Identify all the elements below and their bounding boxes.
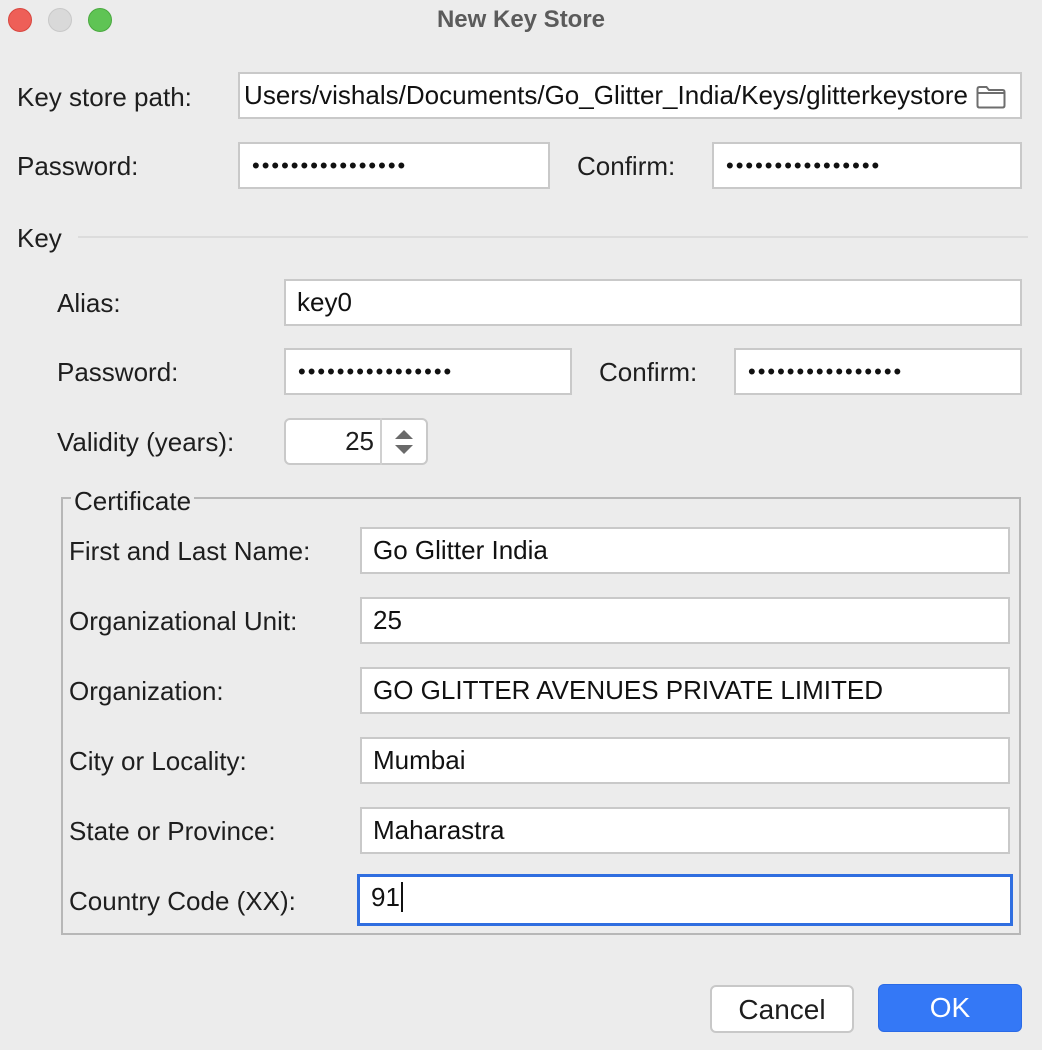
state-field[interactable]: Maharastra bbox=[360, 807, 1010, 854]
text-caret bbox=[400, 882, 403, 913]
org-unit-label: Organizational Unit: bbox=[69, 606, 298, 636]
keystore-password-label: Password: bbox=[17, 151, 139, 181]
cancel-button[interactable]: Cancel bbox=[710, 985, 854, 1033]
validity-spinner[interactable]: 25 bbox=[284, 418, 428, 465]
city-label: City or Locality: bbox=[69, 746, 247, 776]
keystore-confirm-field[interactable]: •••••••••••••••• bbox=[712, 142, 1022, 189]
name-label: First and Last Name: bbox=[69, 536, 311, 566]
keystore-path-label: Key store path: bbox=[17, 82, 192, 112]
ok-button[interactable]: OK bbox=[878, 984, 1022, 1032]
key-password-field[interactable]: •••••••••••••••• bbox=[284, 348, 572, 395]
certificate-legend: Certificate bbox=[71, 486, 195, 516]
key-section-separator bbox=[78, 236, 1028, 238]
spinner-arrows-icon[interactable] bbox=[382, 420, 426, 463]
keystore-path-field[interactable]: /Users/vishals/Documents/Go_Glitter_Indi… bbox=[238, 72, 1022, 119]
organization-label: Organization: bbox=[69, 676, 224, 706]
organization-field[interactable]: GO GLITTER AVENUES PRIVATE LIMITED bbox=[360, 667, 1010, 714]
name-field[interactable]: Go Glitter India bbox=[360, 527, 1010, 574]
country-code-field[interactable]: 91 bbox=[357, 874, 1013, 926]
country-code-value: 91 bbox=[371, 882, 400, 912]
title-bar: New Key Store bbox=[0, 0, 1042, 40]
key-password-label: Password: bbox=[57, 357, 179, 387]
state-label: State or Province: bbox=[69, 816, 276, 846]
chevron-down-icon[interactable] bbox=[395, 445, 413, 454]
org-unit-field[interactable]: 25 bbox=[360, 597, 1010, 644]
alias-label: Alias: bbox=[57, 288, 121, 318]
validity-label: Validity (years): bbox=[57, 427, 235, 457]
keystore-password-field[interactable]: •••••••••••••••• bbox=[238, 142, 550, 189]
keystore-path-value: /Users/vishals/Documents/Go_Glitter_Indi… bbox=[245, 80, 968, 110]
city-field[interactable]: Mumbai bbox=[360, 737, 1010, 784]
window-title: New Key Store bbox=[436, 6, 606, 33]
alias-field[interactable]: key0 bbox=[284, 279, 1022, 326]
key-confirm-label: Confirm: bbox=[599, 357, 698, 387]
chevron-up-icon[interactable] bbox=[395, 430, 413, 439]
folder-icon[interactable] bbox=[976, 85, 1006, 109]
validity-value: 25 bbox=[345, 426, 374, 456]
key-section-label: Key bbox=[17, 223, 62, 253]
key-confirm-field[interactable]: •••••••••••••••• bbox=[734, 348, 1022, 395]
keystore-confirm-label: Confirm: bbox=[577, 151, 676, 181]
country-code-label: Country Code (XX): bbox=[69, 886, 296, 916]
